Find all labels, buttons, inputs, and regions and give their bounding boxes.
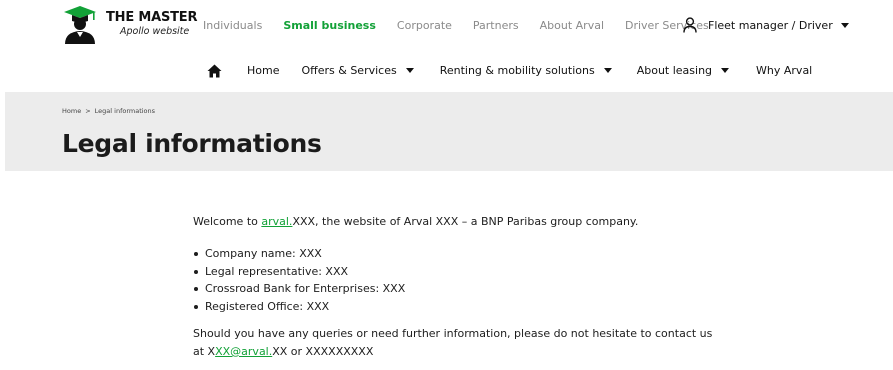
intro-text-before: Welcome to	[193, 215, 262, 228]
breadcrumb-current: Legal informations	[94, 107, 156, 115]
nav-item-label: About leasing	[636, 64, 713, 77]
list-item-crossroad-bank: Crossroad Bank for Enterprises: XXX	[194, 280, 753, 298]
intro-text-after: XXX, the website of Arval XXX – a BNP Pa…	[292, 215, 639, 228]
contact-at: at X	[193, 345, 216, 358]
user-menu-dropdown[interactable]: Fleet manager / Driver	[683, 16, 849, 34]
home-icon[interactable]	[207, 64, 222, 78]
page-header: Home > Legal informations Legal informat…	[5, 92, 893, 171]
nav-item-about-leasing[interactable]: About leasing	[636, 64, 730, 77]
contact-email-link[interactable]: XX@arval.	[215, 345, 272, 358]
segment-corporate[interactable]: Corporate	[397, 19, 452, 32]
brand-subtitle: Apollo website	[120, 26, 190, 37]
nav-item-home[interactable]: Home	[247, 64, 279, 77]
segment-nav: Individuals Small business Corporate Par…	[203, 17, 730, 33]
breadcrumb-home-link[interactable]: Home	[62, 107, 81, 115]
segment-individuals[interactable]: Individuals	[203, 19, 262, 32]
breadcrumb: Home > Legal informations	[62, 107, 155, 115]
segment-partners[interactable]: Partners	[473, 19, 519, 32]
chevron-down-icon	[405, 68, 414, 73]
nav-item-renting-mobility[interactable]: Renting & mobility solutions	[440, 64, 612, 77]
intro-paragraph: Welcome to arval.XXX, the website of Arv…	[193, 213, 753, 231]
list-item-legal-representative: Legal representative: XXX	[194, 263, 753, 281]
nav-items: Home Offers & Services Renting & mobilit…	[247, 64, 812, 77]
page-title: Legal informations	[62, 129, 322, 158]
segment-small-business[interactable]: Small business	[283, 19, 376, 32]
nav-item-label: Why Arval	[756, 64, 813, 77]
arval-link[interactable]: arval.	[261, 215, 292, 228]
segment-about-arval[interactable]: About Arval	[540, 19, 604, 32]
brand-logo[interactable]: THE MASTER Apollo website	[62, 4, 197, 44]
legal-details-list: Company name: XXX Legal representative: …	[193, 245, 753, 315]
user-menu-label: Fleet manager / Driver	[708, 18, 833, 32]
legal-content: Welcome to arval.XXX, the website of Arv…	[193, 213, 753, 361]
contact-text: Should you have any queries or need furt…	[193, 327, 713, 340]
contact-paragraph: Should you have any queries or need furt…	[193, 325, 753, 361]
top-bar: THE MASTER Apollo website Individuals Sm…	[0, 0, 893, 53]
nav-item-offers-services[interactable]: Offers & Services	[301, 64, 414, 77]
nav-item-why-arval[interactable]: Why Arval	[756, 64, 812, 77]
list-item-registered-office: Registered Office: XXX	[194, 298, 753, 316]
breadcrumb-separator: >	[85, 107, 91, 115]
main-nav: Home Offers & Services Renting & mobilit…	[0, 52, 893, 92]
chevron-down-icon	[840, 22, 849, 28]
chevron-down-icon	[721, 68, 730, 73]
user-icon	[683, 17, 697, 33]
contact-after: XX or XXXXXXXXX	[272, 345, 374, 358]
brand-title: THE MASTER	[106, 10, 198, 25]
list-item-company-name: Company name: XXX	[194, 245, 753, 263]
chevron-down-icon	[603, 68, 612, 73]
nav-item-label: Home	[247, 64, 280, 77]
nav-item-label: Offers & Services	[301, 64, 397, 77]
graduate-logo-icon	[64, 6, 96, 44]
nav-item-label: Renting & mobility solutions	[439, 64, 595, 77]
